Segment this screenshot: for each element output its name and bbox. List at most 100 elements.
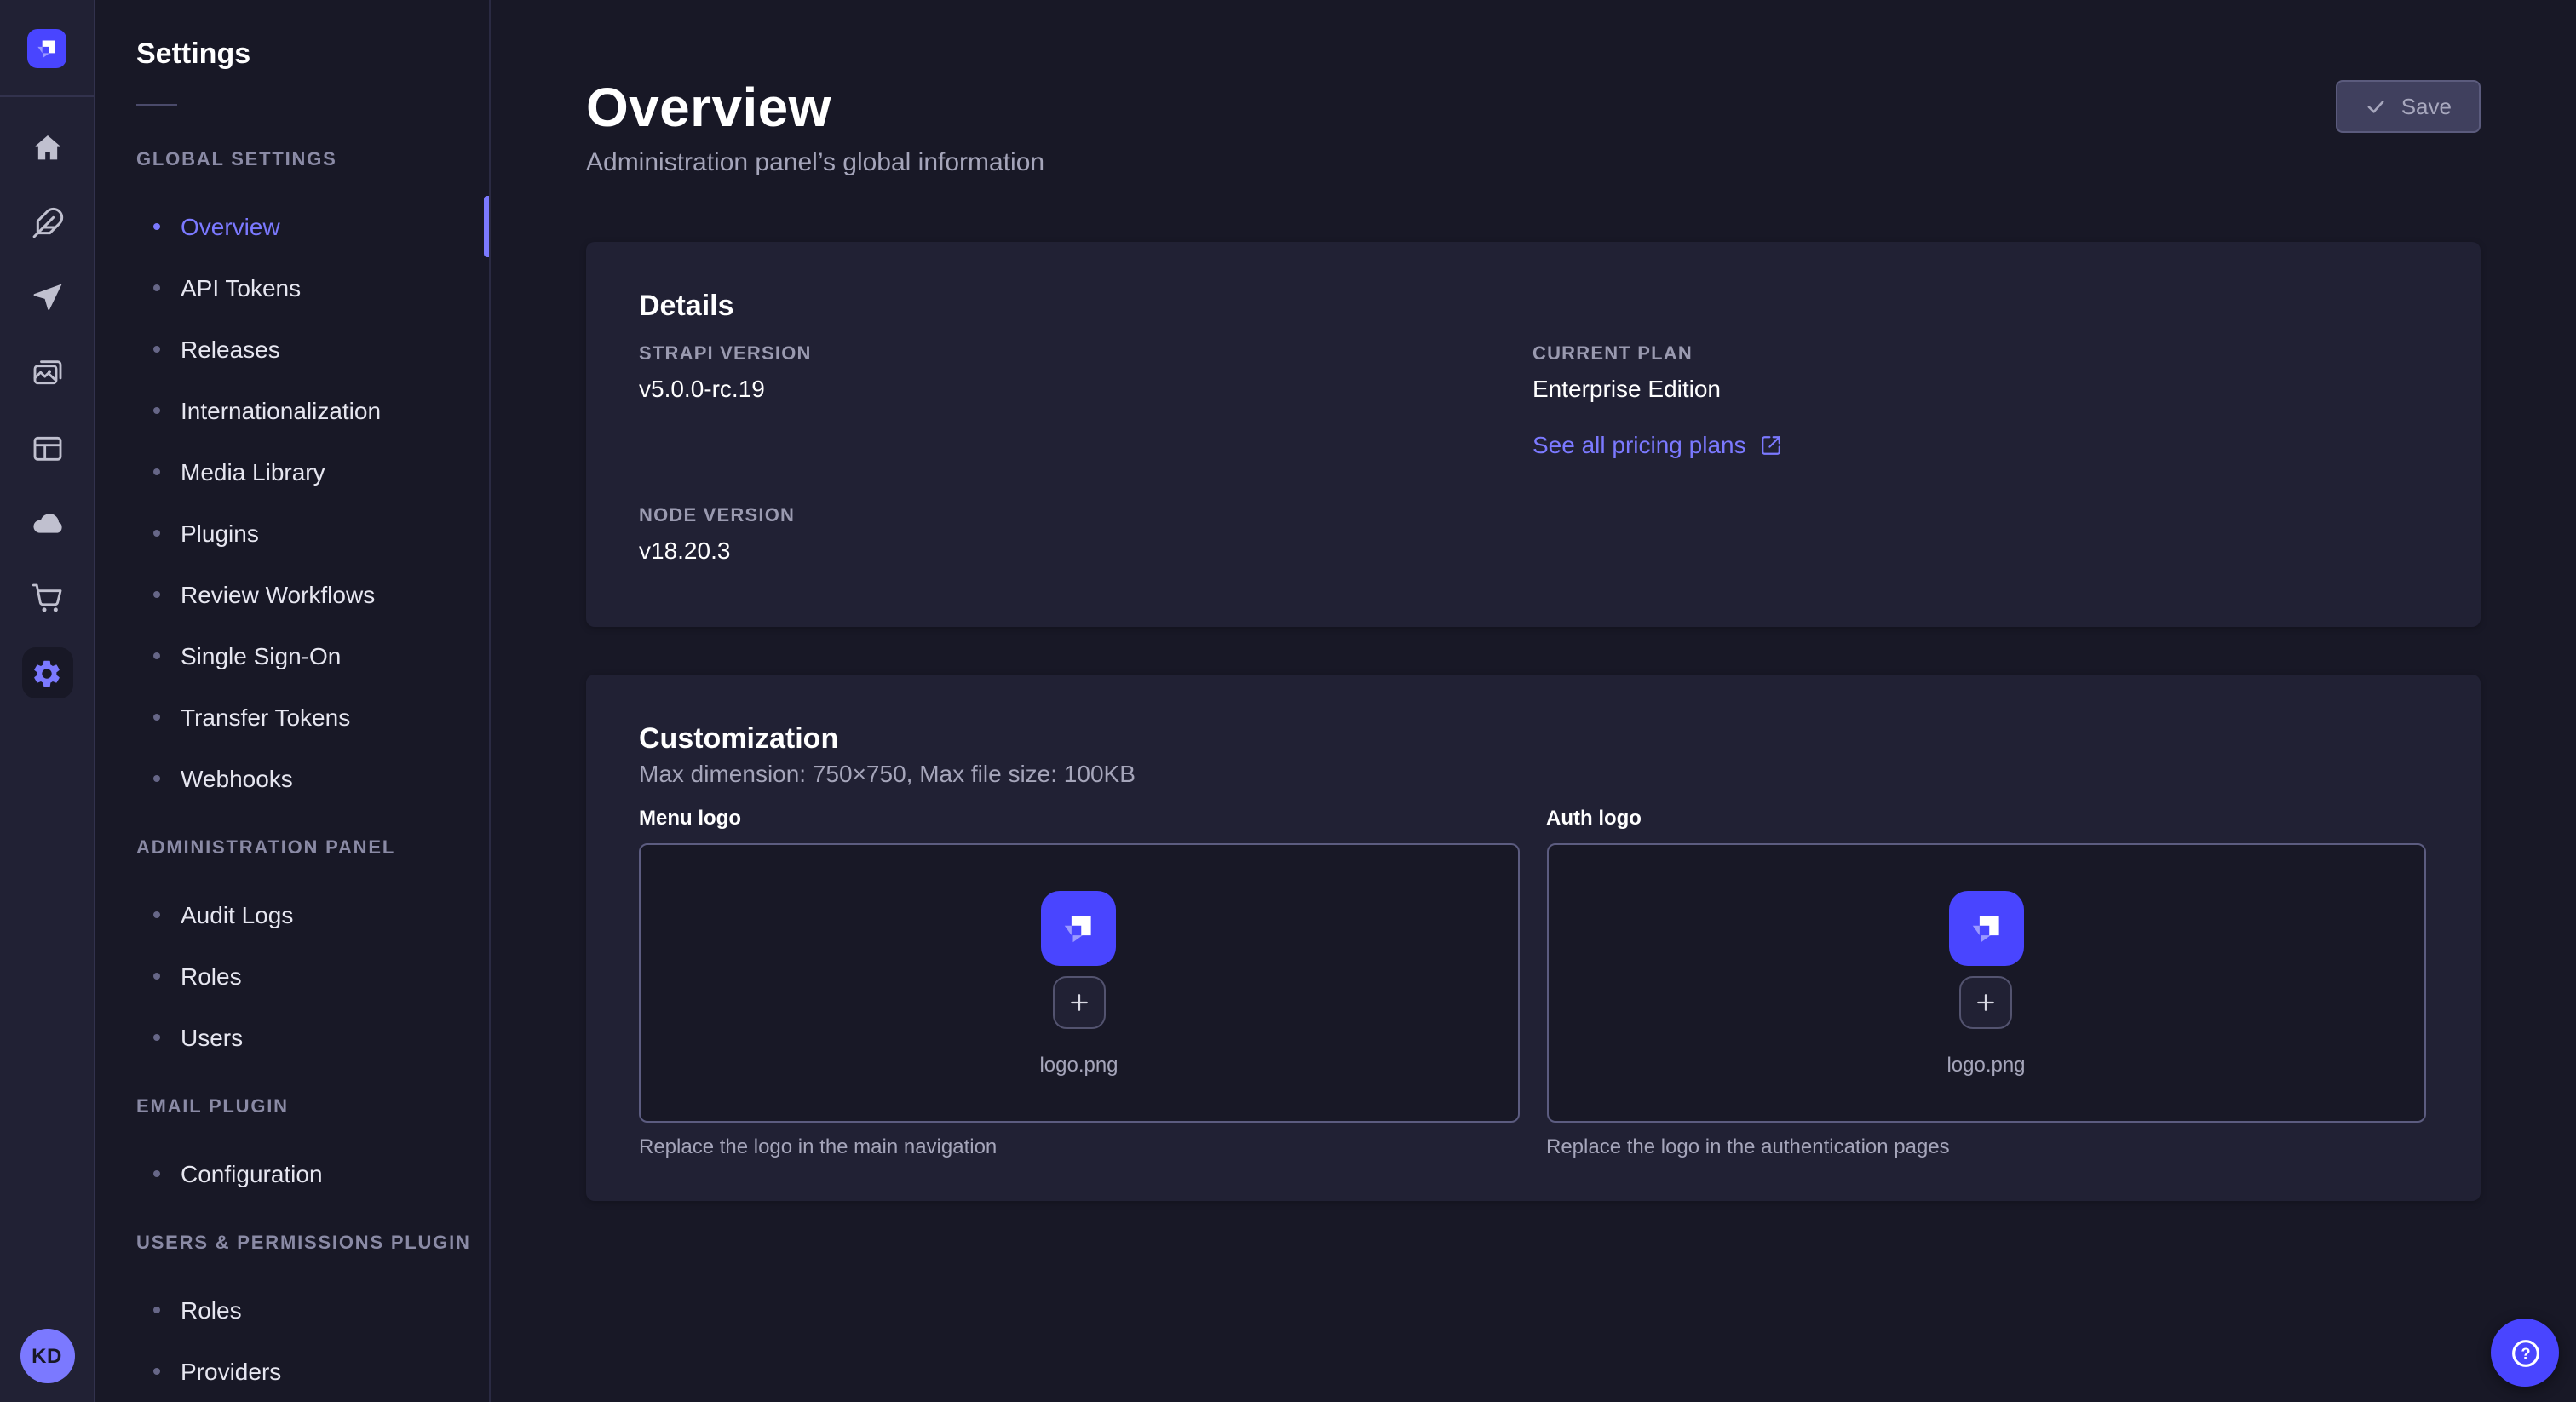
sidebar-item-plugins[interactable]: Plugins <box>95 503 489 564</box>
gear-icon <box>31 657 63 689</box>
sidebar-item-overview[interactable]: Overview <box>95 196 489 257</box>
auth-logo-filename: logo.png <box>1946 1052 2025 1076</box>
details-grid-spacer <box>1532 496 2426 566</box>
strapi-logo-icon <box>1057 905 1101 950</box>
nav-cloud-button[interactable] <box>9 486 84 560</box>
sidebar-item-label: Roles <box>181 962 242 990</box>
bullet-icon <box>153 1368 160 1375</box>
sidebar-item-label: Providers <box>181 1358 281 1385</box>
sidebar-item-label: Media Library <box>181 458 325 486</box>
menu-logo-dropzone[interactable]: logo.png <box>639 843 1519 1123</box>
sidebar-item-internationalization[interactable]: Internationalization <box>95 380 489 441</box>
node-version-label: NODE VERSION <box>639 506 1532 528</box>
menu-logo-preview <box>1042 890 1117 965</box>
bullet-icon <box>153 530 160 537</box>
node-version-value: v18.20.3 <box>639 537 1532 566</box>
bullet-icon <box>153 1034 160 1041</box>
bullet-icon <box>153 652 160 659</box>
nav-media-library-button[interactable] <box>9 336 84 411</box>
bullet-icon <box>153 911 160 918</box>
sidebar-item-up-roles[interactable]: Roles <box>95 1279 489 1341</box>
sidebar-item-label: Plugins <box>181 520 259 547</box>
question-mark-icon: ? <box>2507 1335 2543 1370</box>
sidebar-item-up-providers[interactable]: Providers <box>95 1341 489 1402</box>
sidebar-item-audit-logs[interactable]: Audit Logs <box>95 884 489 945</box>
sidebar-item-label: Internationalization <box>181 397 381 424</box>
nav-marketplace-button[interactable] <box>9 560 84 635</box>
main-content: Overview Administration panel’s global i… <box>491 0 2576 1402</box>
bullet-icon <box>153 407 160 414</box>
logo-uploads: Menu logo logo.png Replace the logo in t… <box>639 806 2426 1158</box>
check-icon <box>2366 95 2388 118</box>
menu-logo-add-button[interactable] <box>1053 975 1106 1028</box>
home-icon <box>30 131 64 165</box>
strapi-logo-icon <box>32 34 61 63</box>
active-nav-tile <box>21 647 72 698</box>
sidebar-item-api-tokens[interactable]: API Tokens <box>95 257 489 319</box>
save-button[interactable]: Save <box>2337 80 2481 133</box>
layout-icon <box>30 431 64 465</box>
sidebar-item-email-configuration[interactable]: Configuration <box>95 1143 489 1204</box>
page-header-text: Overview Administration panel’s global i… <box>586 75 1044 179</box>
sidebar-item-single-sign-on[interactable]: Single Sign-On <box>95 625 489 687</box>
current-plan-field: CURRENT PLAN Enterprise Edition See all … <box>1532 334 2426 462</box>
strapi-version-value: v5.0.0-rc.19 <box>639 375 1532 404</box>
menu-logo-label: Menu logo <box>639 806 1519 830</box>
sidebar-item-label: Roles <box>181 1296 242 1324</box>
nav-settings-button[interactable] <box>9 635 84 710</box>
bullet-icon <box>153 1307 160 1313</box>
cloud-icon <box>30 506 64 540</box>
bullet-icon <box>153 223 160 230</box>
subnav-title-divider <box>136 104 177 106</box>
sidebar-item-releases[interactable]: Releases <box>95 319 489 380</box>
nav-deploy-button[interactable] <box>9 261 84 336</box>
details-heading: Details <box>639 290 2426 324</box>
sidebar-item-label: API Tokens <box>181 274 301 302</box>
bullet-icon <box>153 973 160 980</box>
current-plan-label: CURRENT PLAN <box>1532 344 2426 366</box>
bullet-icon <box>153 591 160 598</box>
sidebar-item-admin-users[interactable]: Users <box>95 1007 489 1068</box>
bullet-icon <box>153 346 160 353</box>
svg-text:?: ? <box>2520 1344 2529 1362</box>
customization-subtitle: Max dimension: 750×750, Max file size: 1… <box>639 760 2426 789</box>
sidebar-item-label: Overview <box>181 213 280 240</box>
nav-content-type-builder-button[interactable] <box>9 411 84 486</box>
bullet-icon <box>153 1170 160 1177</box>
nav-list-global-settings: Overview API Tokens Releases Internation… <box>95 196 489 809</box>
nav-home-button[interactable] <box>9 111 84 186</box>
auth-logo-upload: Auth logo logo.png Replace the logo in t… <box>1546 806 2426 1158</box>
sidebar-item-review-workflows[interactable]: Review Workflows <box>95 564 489 625</box>
auth-logo-dropzone[interactable]: logo.png <box>1546 843 2426 1123</box>
sidebar-item-transfer-tokens[interactable]: Transfer Tokens <box>95 687 489 748</box>
sidebar-item-label: Webhooks <box>181 765 293 792</box>
pricing-plans-link[interactable]: See all pricing plans <box>1532 431 1782 458</box>
sidebar-item-label: Review Workflows <box>181 581 375 608</box>
sidebar-item-media-library[interactable]: Media Library <box>95 441 489 503</box>
page-header: Overview Administration panel’s global i… <box>586 75 2481 179</box>
user-avatar[interactable]: KD <box>20 1329 74 1383</box>
sidebar-item-label: Releases <box>181 336 280 363</box>
subnav-title: Settings <box>136 37 489 72</box>
sidebar-item-webhooks[interactable]: Webhooks <box>95 748 489 809</box>
auth-logo-label: Auth logo <box>1546 806 2426 830</box>
external-link-icon <box>1760 434 1782 456</box>
section-header-users-permissions-plugin: USERS & PERMISSIONS PLUGIN <box>136 1233 489 1255</box>
menu-logo-filename: logo.png <box>1039 1052 1118 1076</box>
help-button[interactable]: ? <box>2491 1319 2559 1387</box>
auth-logo-caption: Replace the logo in the authentication p… <box>1546 1135 2426 1158</box>
pricing-plans-link-label: See all pricing plans <box>1532 431 1746 458</box>
page-title: Overview <box>586 75 1044 140</box>
strapi-version-field: STRAPI VERSION v5.0.0-rc.19 <box>639 334 1532 462</box>
strapi-home-button[interactable] <box>27 29 66 68</box>
current-plan-value: Enterprise Edition <box>1532 375 2426 404</box>
settings-subnav: Settings GLOBAL SETTINGS Overview API To… <box>95 0 491 1402</box>
auth-logo-add-button[interactable] <box>1960 975 2013 1028</box>
nav-content-manager-button[interactable] <box>9 186 84 261</box>
sidebar-item-admin-roles[interactable]: Roles <box>95 945 489 1007</box>
shopping-cart-icon <box>30 581 64 615</box>
plus-icon <box>1974 989 1999 1014</box>
menu-logo-caption: Replace the logo in the main navigation <box>639 1135 1519 1158</box>
paper-plane-icon <box>30 281 64 315</box>
customization-card: Customization Max dimension: 750×750, Ma… <box>586 675 2481 1201</box>
